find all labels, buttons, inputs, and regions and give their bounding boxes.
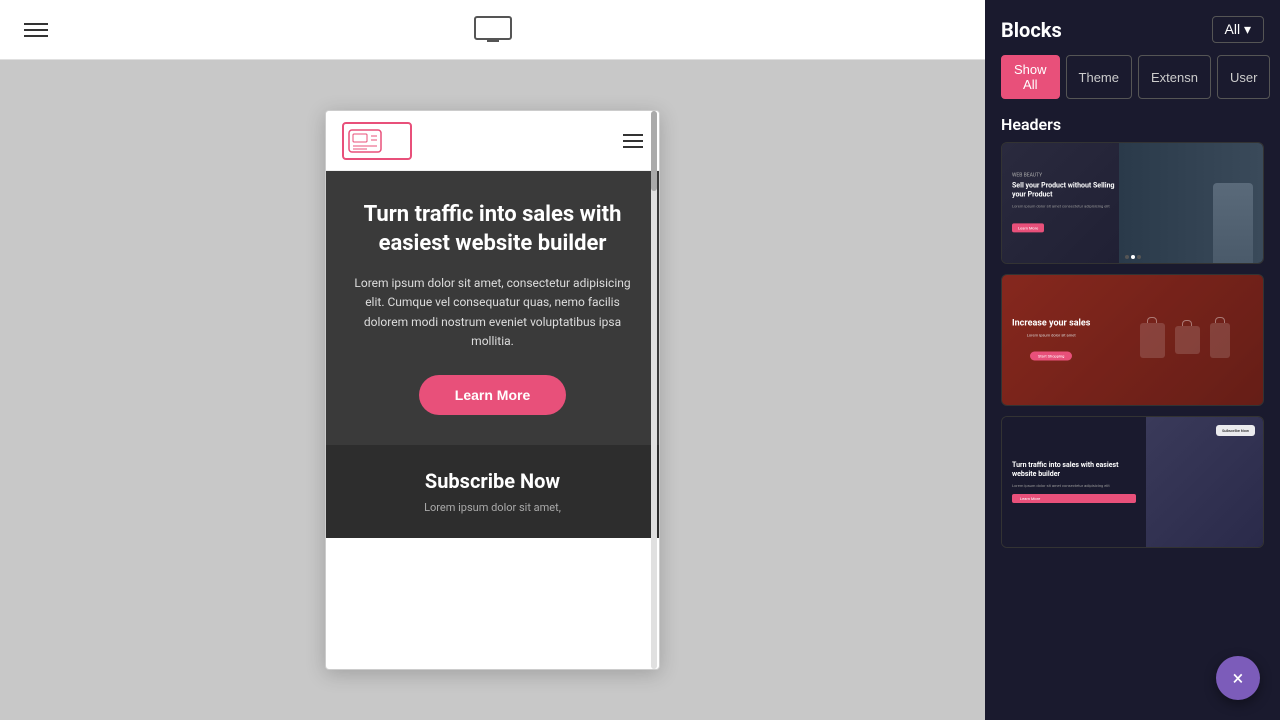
thumb1-body: Lorem ipsum dolor sit amet consectetur a… [1012,204,1129,210]
thumb2-content: Increase your sales Lorem ipsum dolor si… [1012,319,1090,362]
tab-extensn[interactable]: Extensn [1138,55,1211,99]
subscribe-body: Lorem ipsum dolor sit amet, [346,501,639,514]
bag-2 [1175,326,1200,354]
thumb1-title: Sell your Product without Selling your P… [1012,181,1129,199]
preview-hamburger-line-3 [623,146,643,148]
thumb3-left: Turn traffic into sales with easiest web… [1002,417,1146,547]
right-panel: Blocks All ▾ Show All Theme Extensn User… [985,0,1280,720]
hamburger-menu-button[interactable] [24,23,48,37]
thumb2-bags [1106,275,1263,405]
thumb2-title: Increase your sales [1012,319,1090,329]
thumb3-title: Turn traffic into sales with easiest web… [1012,461,1136,479]
logo-box [342,122,412,160]
preview-hero-section: Turn traffic into sales with easiest web… [326,171,659,445]
panel-header: Blocks All ▾ [985,0,1280,43]
thumb3-right: Subscribe Now [1146,417,1263,547]
hero-title: Turn traffic into sales with easiest web… [346,201,639,258]
preview-hamburger-line-2 [623,140,643,142]
bag-3-handle [1215,317,1225,323]
thumb3-body: Lorem ipsum dolor sit amet consectetur a… [1012,483,1136,489]
learn-more-button[interactable]: Learn More [419,375,566,415]
thumb3-btn: Learn More [1012,494,1136,503]
thumb1-dot-1 [1125,255,1129,259]
blocks-list: WEB BEAUTY Sell your Product without Sel… [985,142,1280,720]
thumb1-container: WEB BEAUTY Sell your Product without Sel… [1002,143,1263,263]
block-thumbnail-3[interactable]: Turn traffic into sales with easiest web… [1001,416,1264,548]
tab-user[interactable]: User [1217,55,1270,99]
bag-3 [1210,323,1230,358]
tab-show-all[interactable]: Show All [1001,55,1060,99]
preview-hamburger-line-1 [623,134,643,136]
hamburger-line-2 [24,29,48,31]
block-thumbnail-2[interactable]: Increase your sales Lorem ipsum dolor si… [1001,274,1264,406]
preview-scrollbar[interactable] [651,111,657,669]
preview-subscribe-section: Subscribe Now Lorem ipsum dolor sit amet… [326,445,659,538]
preview-header [326,111,659,171]
filter-tabs: Show All Theme Extensn User [985,43,1280,111]
topbar-center [473,15,513,45]
thumb1-person-shape [1213,183,1253,263]
hero-body: Lorem ipsum dolor sit amet, consectetur … [346,274,639,351]
topbar [0,0,985,60]
thumb3-subscribe-box: Subscribe Now [1216,425,1255,436]
fab-close-button[interactable]: × [1216,656,1260,700]
all-dropdown-button[interactable]: All ▾ [1212,16,1264,43]
thumb2-btn: Start Shopping [1030,352,1072,361]
canvas-area: Turn traffic into sales with easiest web… [0,60,985,720]
thumb1-dot-3 [1137,255,1141,259]
bag-1-handle [1147,317,1157,323]
thumb1-small-label: WEB BEAUTY [1012,172,1129,178]
bag-1 [1140,323,1165,358]
preview-hamburger-icon[interactable] [623,134,643,148]
section-title-headers: Headers [985,111,1280,142]
thumb1-content: WEB BEAUTY Sell your Product without Sel… [1012,172,1129,233]
thumb1-dot-2 [1131,255,1135,259]
thumb2-body: Lorem ipsum dolor sit amet [1012,333,1090,338]
subscribe-title: Subscribe Now [346,469,639,493]
tab-theme[interactable]: Theme [1066,55,1132,99]
thumb2-container: Increase your sales Lorem ipsum dolor si… [1002,275,1263,405]
thumb1-btn: Learn More [1012,224,1044,233]
bag-2-handle [1182,320,1192,326]
mobile-preview: Turn traffic into sales with easiest web… [325,110,660,670]
preview-logo [342,122,412,160]
hamburger-line-1 [24,23,48,25]
panel-title: Blocks [1001,18,1062,42]
scrollbar-thumb [651,111,657,191]
thumb1-dots [1125,255,1141,259]
thumb3-container: Turn traffic into sales with easiest web… [1002,417,1263,547]
monitor-icon [473,15,513,45]
scrollbar-track [651,111,657,669]
hamburger-line-3 [24,35,48,37]
block-thumbnail-1[interactable]: WEB BEAUTY Sell your Product without Sel… [1001,142,1264,264]
